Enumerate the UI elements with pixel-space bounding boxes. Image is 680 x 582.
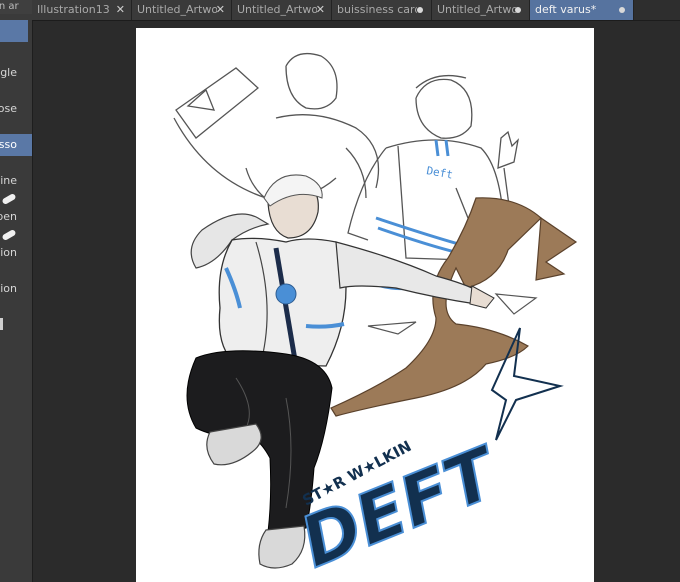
unsaved-dot-icon[interactable] [417,7,423,13]
document-tab-bar: Illustration13 ✕ Untitled_Artwork ✕ Unti… [32,0,680,21]
tool-item[interactable]: tion [0,278,32,300]
brush-stroke-icon [1,192,17,206]
wing-shape [330,197,542,417]
close-icon[interactable]: ✕ [316,0,325,20]
jacket-text: Deft [425,164,453,181]
brush-stroke-icon [1,228,17,242]
tool-item-active[interactable]: sso [0,134,32,156]
wing-tip [535,216,578,281]
paper-plane [494,293,538,315]
unsaved-dot-icon[interactable] [515,7,521,13]
tool-item[interactable]: pen [0,206,32,228]
tool-item[interactable]: gle [0,62,32,84]
tool-panel: tion ar gle ose sso ine pen tion tion [0,0,33,582]
tab-untitled-artwork[interactable]: Untitled_Artwork ✕ [232,0,332,20]
tab-untitled-artwork[interactable]: Untitled_Artwork ✕ [132,0,232,20]
panel-title: tion ar [0,0,32,14]
paper-plane [367,321,417,335]
artwork: Deft ST★R W★LKIN DEFT [173,52,578,582]
tab-untitled-artwork[interactable]: Untitled_Artwork [432,0,530,20]
panel-marker [0,318,3,330]
tab-illustration13[interactable]: Illustration13 ✕ [32,0,132,20]
close-icon[interactable]: ✕ [116,0,125,20]
selected-swatch[interactable] [0,20,28,42]
tool-item[interactable]: ine [0,170,32,192]
tool-item[interactable]: ose [0,98,32,120]
tool-item[interactable]: tion [0,242,32,264]
close-icon[interactable]: ✕ [216,0,225,20]
tab-business-card[interactable]: buissiness card* [332,0,432,20]
drawing-canvas[interactable]: Deft ST★R W★LKIN DEFT [136,28,594,582]
unsaved-dot-icon[interactable] [619,7,625,13]
tab-deft-varus[interactable]: deft varus* [530,0,634,20]
